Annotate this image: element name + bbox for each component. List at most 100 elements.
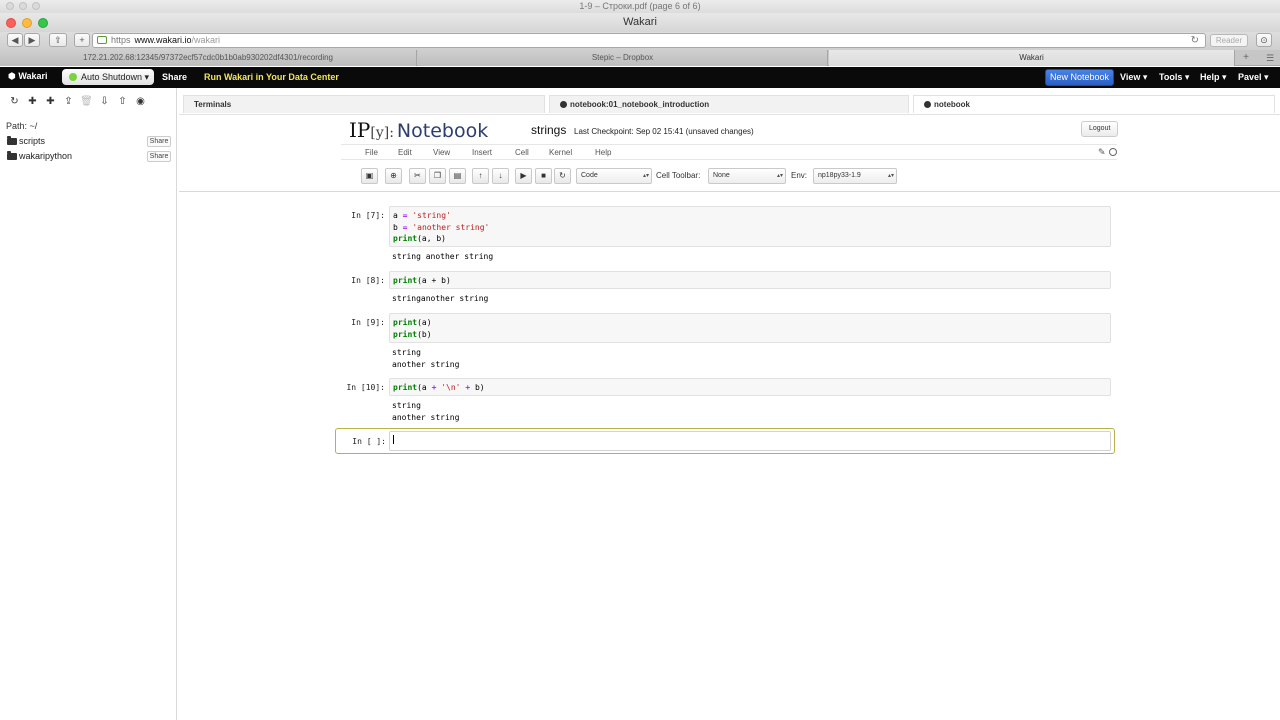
back-arrow-icon: ◀ <box>11 35 19 45</box>
select-arrows-icon: ▴▾ <box>887 173 894 179</box>
cell-toolbar-select[interactable]: None ▴▾ <box>708 168 786 184</box>
refresh-icon[interactable]: ↻ <box>8 95 21 108</box>
lock-icon <box>97 36 107 44</box>
back-button[interactable]: ◀ <box>7 33 23 47</box>
current-path: Path: ~/ <box>6 121 38 131</box>
new-file-icon[interactable]: ✚ <box>26 95 39 108</box>
share-button[interactable]: Share <box>162 72 187 82</box>
move-up-button[interactable]: ↑ <box>472 168 489 184</box>
notebook-name[interactable]: strings <box>531 123 566 137</box>
forward-button[interactable]: ▶ <box>24 33 40 47</box>
tools-menu[interactable]: Tools ▾ <box>1159 72 1189 83</box>
cell-input[interactable]: a = 'string' b = 'another string' print(… <box>389 206 1111 247</box>
save-icon: ▣ <box>365 171 374 180</box>
folder-item-scripts[interactable]: scripts Share <box>7 136 171 149</box>
play-icon: ▶ <box>520 171 527 180</box>
cell-input[interactable] <box>389 431 1111 451</box>
menu-edit[interactable]: Edit <box>398 148 412 157</box>
cell-input[interactable]: print(a + b) <box>389 271 1111 289</box>
menu-file[interactable]: File <box>365 148 378 157</box>
cell-prompt: In [7]: <box>351 211 385 220</box>
close-tab-icon[interactable] <box>560 101 567 108</box>
browser-toolbar: ◀ ▶ ⇪ + https www.wakari.io/wakari ↻ Read… <box>0 32 1280 50</box>
new-tab-button[interactable]: + <box>1236 50 1256 66</box>
stop-icon: ■ <box>541 171 546 180</box>
wakari-logo[interactable]: ⬢ Wakari <box>8 71 48 82</box>
menu-cell[interactable]: Cell <box>515 148 529 157</box>
run-wakari-link[interactable]: Run Wakari in Your Data Center <box>204 72 339 82</box>
cell-prompt: In [8]: <box>351 276 385 285</box>
interrupt-button[interactable]: ■ <box>535 168 552 184</box>
delete-icon[interactable]: 🗑 <box>80 95 93 108</box>
user-menu[interactable]: Pavel ▾ <box>1238 72 1269 83</box>
menu-insert[interactable]: Insert <box>472 148 492 157</box>
add-bookmark-button[interactable]: + <box>74 33 90 47</box>
status-dot-icon <box>69 73 77 81</box>
restart-button[interactable]: ↻ <box>554 168 571 184</box>
copy-button[interactable]: ❐ <box>429 168 446 184</box>
wakari-navbar: ⬢ Wakari Auto Shutdown ▾ Share Run Wakar… <box>0 67 1280 88</box>
new-folder-icon[interactable]: ✚ <box>44 95 57 108</box>
cell-output: string another string <box>392 348 460 369</box>
tab-notebook-intro[interactable]: notebook:01_notebook_introduction <box>549 95 909 113</box>
cut-button[interactable]: ✂ <box>409 168 426 184</box>
view-menu[interactable]: View ▾ <box>1120 72 1147 83</box>
reader-button[interactable]: Reader <box>1210 34 1248 47</box>
move-icon[interactable]: ⇪ <box>62 95 75 108</box>
arrow-down-icon: ↓ <box>498 171 503 180</box>
share-page-button[interactable]: ⇪ <box>49 33 67 47</box>
zoom-window-button[interactable] <box>38 18 48 28</box>
plus-icon: + <box>1243 52 1249 63</box>
cell-type-select[interactable]: Code ▴▾ <box>576 168 652 184</box>
paste-button[interactable]: ▤ <box>449 168 466 184</box>
run-cell-button[interactable]: ▶ <box>515 168 532 184</box>
cell-output: string another string <box>392 401 460 422</box>
logout-button[interactable]: Logout <box>1081 121 1119 137</box>
browser-tab-recording[interactable]: 172.21.202.68:12345/97372ecf57cdc0b1b0ab… <box>0 50 417 66</box>
cell-input[interactable]: print(a) print(b) <box>389 313 1111 343</box>
env-select[interactable]: np18py33-1.9 ▴▾ <box>813 168 897 184</box>
reload-icon[interactable]: ↻ <box>1191 34 1199 47</box>
os-minimize-dot[interactable] <box>19 2 27 10</box>
tab-overview-button[interactable]: ☰ <box>1260 50 1280 66</box>
cell-prompt: In [ ]: <box>352 437 386 446</box>
minimize-window-button[interactable] <box>22 18 32 28</box>
paste-icon: ▤ <box>453 171 462 180</box>
browser-tab-wakari[interactable]: Wakari <box>829 50 1235 66</box>
upload-icon[interactable]: ⇧ <box>116 95 129 108</box>
downloads-button[interactable]: ⊙ <box>1256 33 1272 47</box>
active-code-cell: In [ ]: <box>335 428 1115 454</box>
close-window-button[interactable] <box>6 18 16 28</box>
os-window-controls <box>6 2 40 10</box>
cell-input[interactable]: print(a + '\n' + b) <box>389 378 1111 396</box>
address-bar[interactable]: https www.wakari.io/wakari ↻ <box>92 33 1206 48</box>
download-icon[interactable]: ⇩ <box>98 95 111 108</box>
save-button[interactable]: ▣ <box>361 168 378 184</box>
share-folder-button[interactable]: Share <box>147 151 171 162</box>
os-zoom-dot[interactable] <box>32 2 40 10</box>
pencil-icon[interactable]: ✎ <box>1098 147 1106 158</box>
browser-tab-dropbox[interactable]: Stepic – Dropbox <box>418 50 828 66</box>
share-page-icon: ⇪ <box>54 35 62 45</box>
close-tab-icon[interactable] <box>924 101 931 108</box>
plus-circle-icon: ⊕ <box>390 171 397 180</box>
file-sidebar: ↻ ✚ ✚ ⇪ 🗑 ⇩ ⇧ ◉ Path: ~/ scripts Share w… <box>0 88 177 720</box>
share-folder-button[interactable]: Share <box>147 136 171 147</box>
folder-item-wakaripython[interactable]: wakaripython Share <box>7 151 171 164</box>
tab-notebook[interactable]: notebook <box>913 95 1275 113</box>
os-close-dot[interactable] <box>6 2 14 10</box>
file-toolbar: ↻ ✚ ✚ ⇪ 🗑 ⇩ ⇧ ◉ <box>8 95 147 108</box>
scissors-icon: ✂ <box>414 171 421 180</box>
move-down-button[interactable]: ↓ <box>492 168 509 184</box>
os-title-bar: 1-9 – Строки.pdf (page 6 of 6) <box>0 0 1280 13</box>
insert-cell-button[interactable]: ⊕ <box>385 168 402 184</box>
menu-view[interactable]: View <box>433 148 450 157</box>
auto-shutdown-button[interactable]: Auto Shutdown ▾ <box>62 69 154 85</box>
tab-terminals[interactable]: Terminals <box>183 95 545 113</box>
new-notebook-button[interactable]: New Notebook <box>1045 69 1114 86</box>
menu-kernel[interactable]: Kernel <box>549 148 572 157</box>
help-menu[interactable]: Help ▾ <box>1200 72 1227 83</box>
select-arrows-icon: ▴▾ <box>642 173 649 179</box>
globe-icon[interactable]: ◉ <box>134 95 147 108</box>
menu-help[interactable]: Help <box>595 148 611 157</box>
